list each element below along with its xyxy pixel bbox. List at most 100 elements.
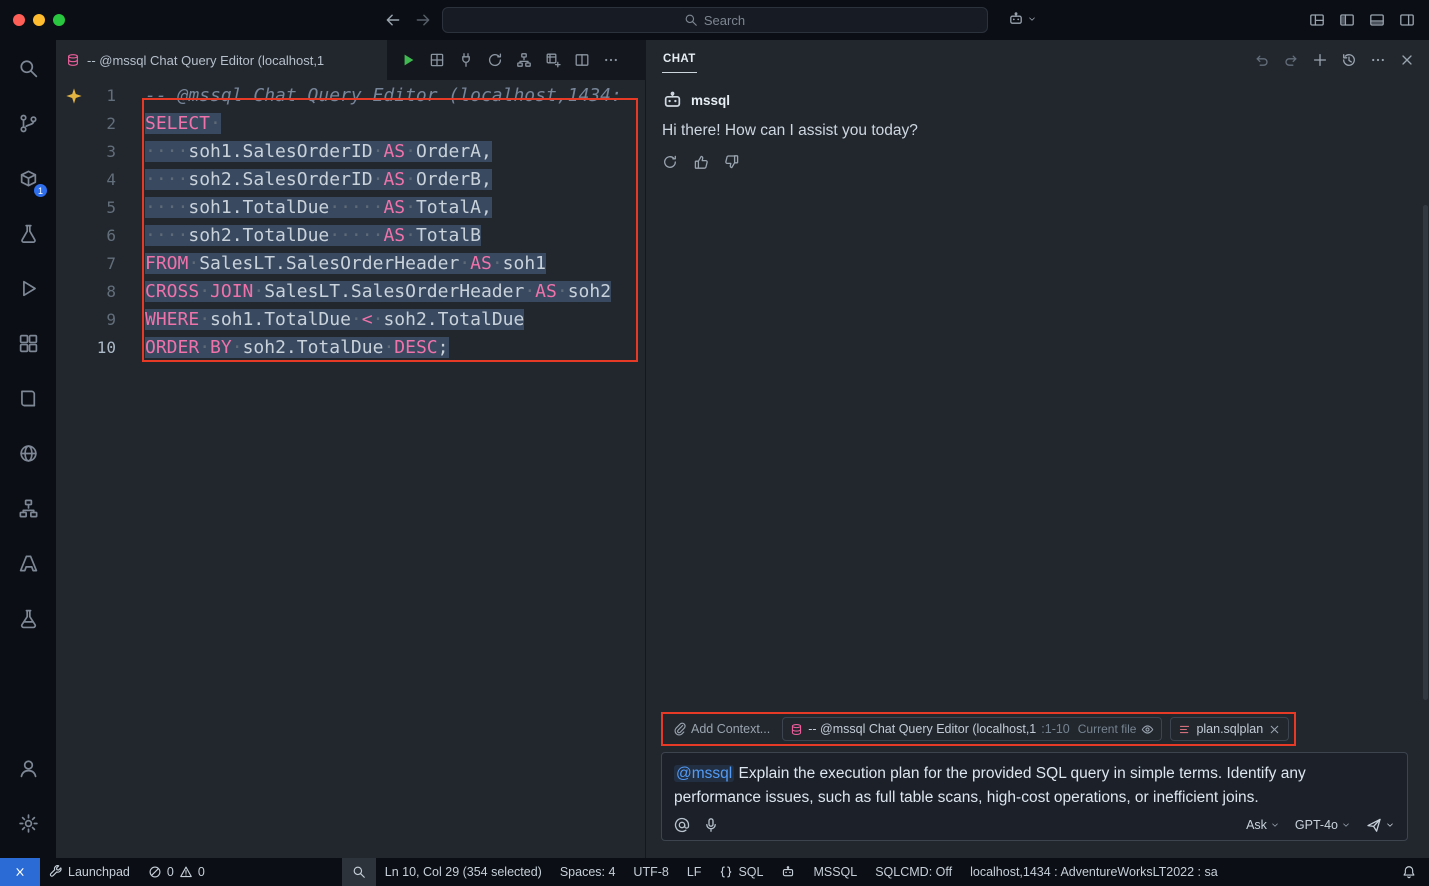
sidebar-item-source-control[interactable]: [6, 101, 50, 145]
model-selector[interactable]: GPT-4o: [1295, 818, 1351, 832]
message-sender: mssql: [691, 93, 730, 108]
sidebar-item-extensions[interactable]: [6, 321, 50, 365]
database-icon: [790, 723, 803, 736]
sidebar-item-testing[interactable]: [6, 211, 50, 255]
eye-icon[interactable]: [1141, 723, 1154, 736]
source-control-icon: [18, 113, 39, 134]
sidebar-item-sql-projects[interactable]: [6, 376, 50, 420]
copilot-status[interactable]: [772, 858, 804, 886]
window-controls: [13, 14, 65, 26]
microphone-icon[interactable]: [703, 817, 719, 833]
search-command-center[interactable]: Search: [442, 7, 988, 33]
eol-status[interactable]: LF: [678, 858, 711, 886]
code-editor[interactable]: 1-- @mssql Chat Query Editor (localhost,…: [56, 80, 645, 858]
copilot-menu[interactable]: [1008, 11, 1037, 27]
line-number: 7: [56, 250, 116, 278]
close-button[interactable]: [13, 14, 25, 26]
account-icon: [18, 758, 39, 779]
chat-input-box[interactable]: @mssql Explain the execution plan for th…: [661, 752, 1408, 841]
sidebar-item-run-and-debug[interactable]: [6, 266, 50, 310]
code-text: CROSS·JOIN·SalesLT.SalesOrderHeader·AS·s…: [116, 278, 611, 306]
regenerate-button[interactable]: [662, 154, 678, 170]
code-line-4[interactable]: 4····soh2.SalesOrderID·AS·OrderB,: [56, 166, 645, 194]
remote-indicator[interactable]: [0, 858, 40, 886]
sidebar-item-search[interactable]: [6, 46, 50, 90]
more-actions-button[interactable]: [1370, 52, 1386, 68]
problems-status[interactable]: 00: [139, 858, 214, 886]
encoding-status[interactable]: UTF-8: [624, 858, 677, 886]
language-status[interactable]: SQL: [710, 858, 772, 886]
schema-visualizer-button[interactable]: [510, 47, 537, 74]
remove-context-icon[interactable]: [1268, 723, 1281, 736]
split-editor-button[interactable]: [568, 47, 595, 74]
context-chip-sqlplan[interactable]: plan.sqlplan: [1170, 717, 1289, 741]
cursor-position-status[interactable]: Ln 10, Col 29 (354 selected): [376, 858, 551, 886]
chat-history-button[interactable]: [1341, 52, 1357, 68]
code-line-1[interactable]: 1-- @mssql Chat Query Editor (localhost,…: [56, 82, 645, 110]
chevron-down-icon: [1027, 14, 1037, 24]
line-number: 10: [56, 334, 116, 362]
more-actions-button[interactable]: [597, 47, 624, 74]
notifications-bell[interactable]: [1393, 858, 1425, 886]
code-line-9[interactable]: 9WHERE·soh1.TotalDue·<·soh2.TotalDue: [56, 306, 645, 334]
code-line-6[interactable]: 6····soh2.TotalDue·····AS·TotalB: [56, 222, 645, 250]
gear-icon: [18, 813, 39, 834]
close-panel-button[interactable]: [1399, 52, 1415, 68]
sqlcmd-status[interactable]: SQLCMD: Off: [866, 858, 961, 886]
helpful-button[interactable]: [693, 154, 709, 170]
toggle-panel-icon[interactable]: [1369, 12, 1385, 28]
mssql-status[interactable]: MSSQL: [804, 858, 866, 886]
estimated-plan-button[interactable]: [423, 47, 450, 74]
code-line-2[interactable]: 2SELECT·: [56, 110, 645, 138]
toggle-primary-sidebar-icon[interactable]: [1339, 12, 1355, 28]
sidebar-item-settings[interactable]: [6, 801, 50, 845]
code-line-8[interactable]: 8CROSS·JOIN·SalesLT.SalesOrderHeader·AS·…: [56, 278, 645, 306]
back-icon[interactable]: [384, 11, 402, 29]
context-chip-current-file[interactable]: -- @mssql Chat Query Editor (localhost,1…: [782, 717, 1162, 741]
mention-context-icon[interactable]: [674, 817, 690, 833]
copilot-sparkle-icon[interactable]: [65, 87, 83, 105]
code-text: SELECT·: [116, 110, 221, 138]
chat-panel-title[interactable]: CHAT: [662, 48, 697, 73]
line-number: 9: [56, 306, 116, 334]
code-line-5[interactable]: 5····soh1.TotalDue·····AS·TotalA,: [56, 194, 645, 222]
query-designer-button[interactable]: [539, 47, 566, 74]
nodes-icon: [516, 52, 532, 68]
mode-selector[interactable]: Ask: [1246, 818, 1280, 832]
redo-button[interactable]: [1283, 52, 1299, 68]
code-line-10[interactable]: 10ORDER·BY·soh2.TotalDue·DESC;: [56, 334, 645, 362]
book-icon: [18, 388, 39, 409]
maximize-button[interactable]: [53, 14, 65, 26]
minimize-button[interactable]: [33, 14, 45, 26]
chat-input-text[interactable]: @mssql Explain the execution plan for th…: [674, 762, 1395, 810]
launchpad-status[interactable]: Launchpad: [40, 858, 139, 886]
play-icon: [400, 52, 416, 68]
unhelpful-button[interactable]: [724, 154, 740, 170]
sidebar-item-github[interactable]: [6, 431, 50, 475]
sidebar-item-accounts[interactable]: [6, 746, 50, 790]
send-button[interactable]: [1366, 817, 1395, 833]
zoom-status[interactable]: [342, 858, 376, 886]
change-connection-button[interactable]: [481, 47, 508, 74]
scrollbar[interactable]: [1423, 205, 1428, 700]
add-context-button[interactable]: Add Context...: [668, 720, 774, 738]
sidebar-item-azure[interactable]: [6, 541, 50, 585]
code-line-7[interactable]: 7FROM·SalesLT.SalesOrderHeader·AS·soh1: [56, 250, 645, 278]
wrench-icon: [49, 865, 63, 879]
refresh-db-icon: [487, 52, 503, 68]
toggle-secondary-sidebar-icon[interactable]: [1399, 12, 1415, 28]
sidebar-item-resources[interactable]: [6, 486, 50, 530]
connect-button[interactable]: [452, 47, 479, 74]
editor-tab[interactable]: -- @mssql Chat Query Editor (localhost,1: [56, 40, 388, 80]
new-chat-button[interactable]: [1312, 52, 1328, 68]
forward-icon[interactable]: [414, 11, 432, 29]
sidebar-item-remote-explorer[interactable]: 1: [6, 156, 50, 200]
indentation-status[interactable]: Spaces: 4: [551, 858, 625, 886]
run-query-button[interactable]: [394, 47, 421, 74]
message-header: mssql: [662, 90, 1413, 111]
connection-status[interactable]: localhost,1434 : AdventureWorksLT2022 : …: [961, 858, 1227, 886]
customize-layout-icon[interactable]: [1309, 12, 1325, 28]
sidebar-item-bicep[interactable]: [6, 596, 50, 640]
undo-button[interactable]: [1254, 52, 1270, 68]
code-line-3[interactable]: 3····soh1.SalesOrderID·AS·OrderA,: [56, 138, 645, 166]
